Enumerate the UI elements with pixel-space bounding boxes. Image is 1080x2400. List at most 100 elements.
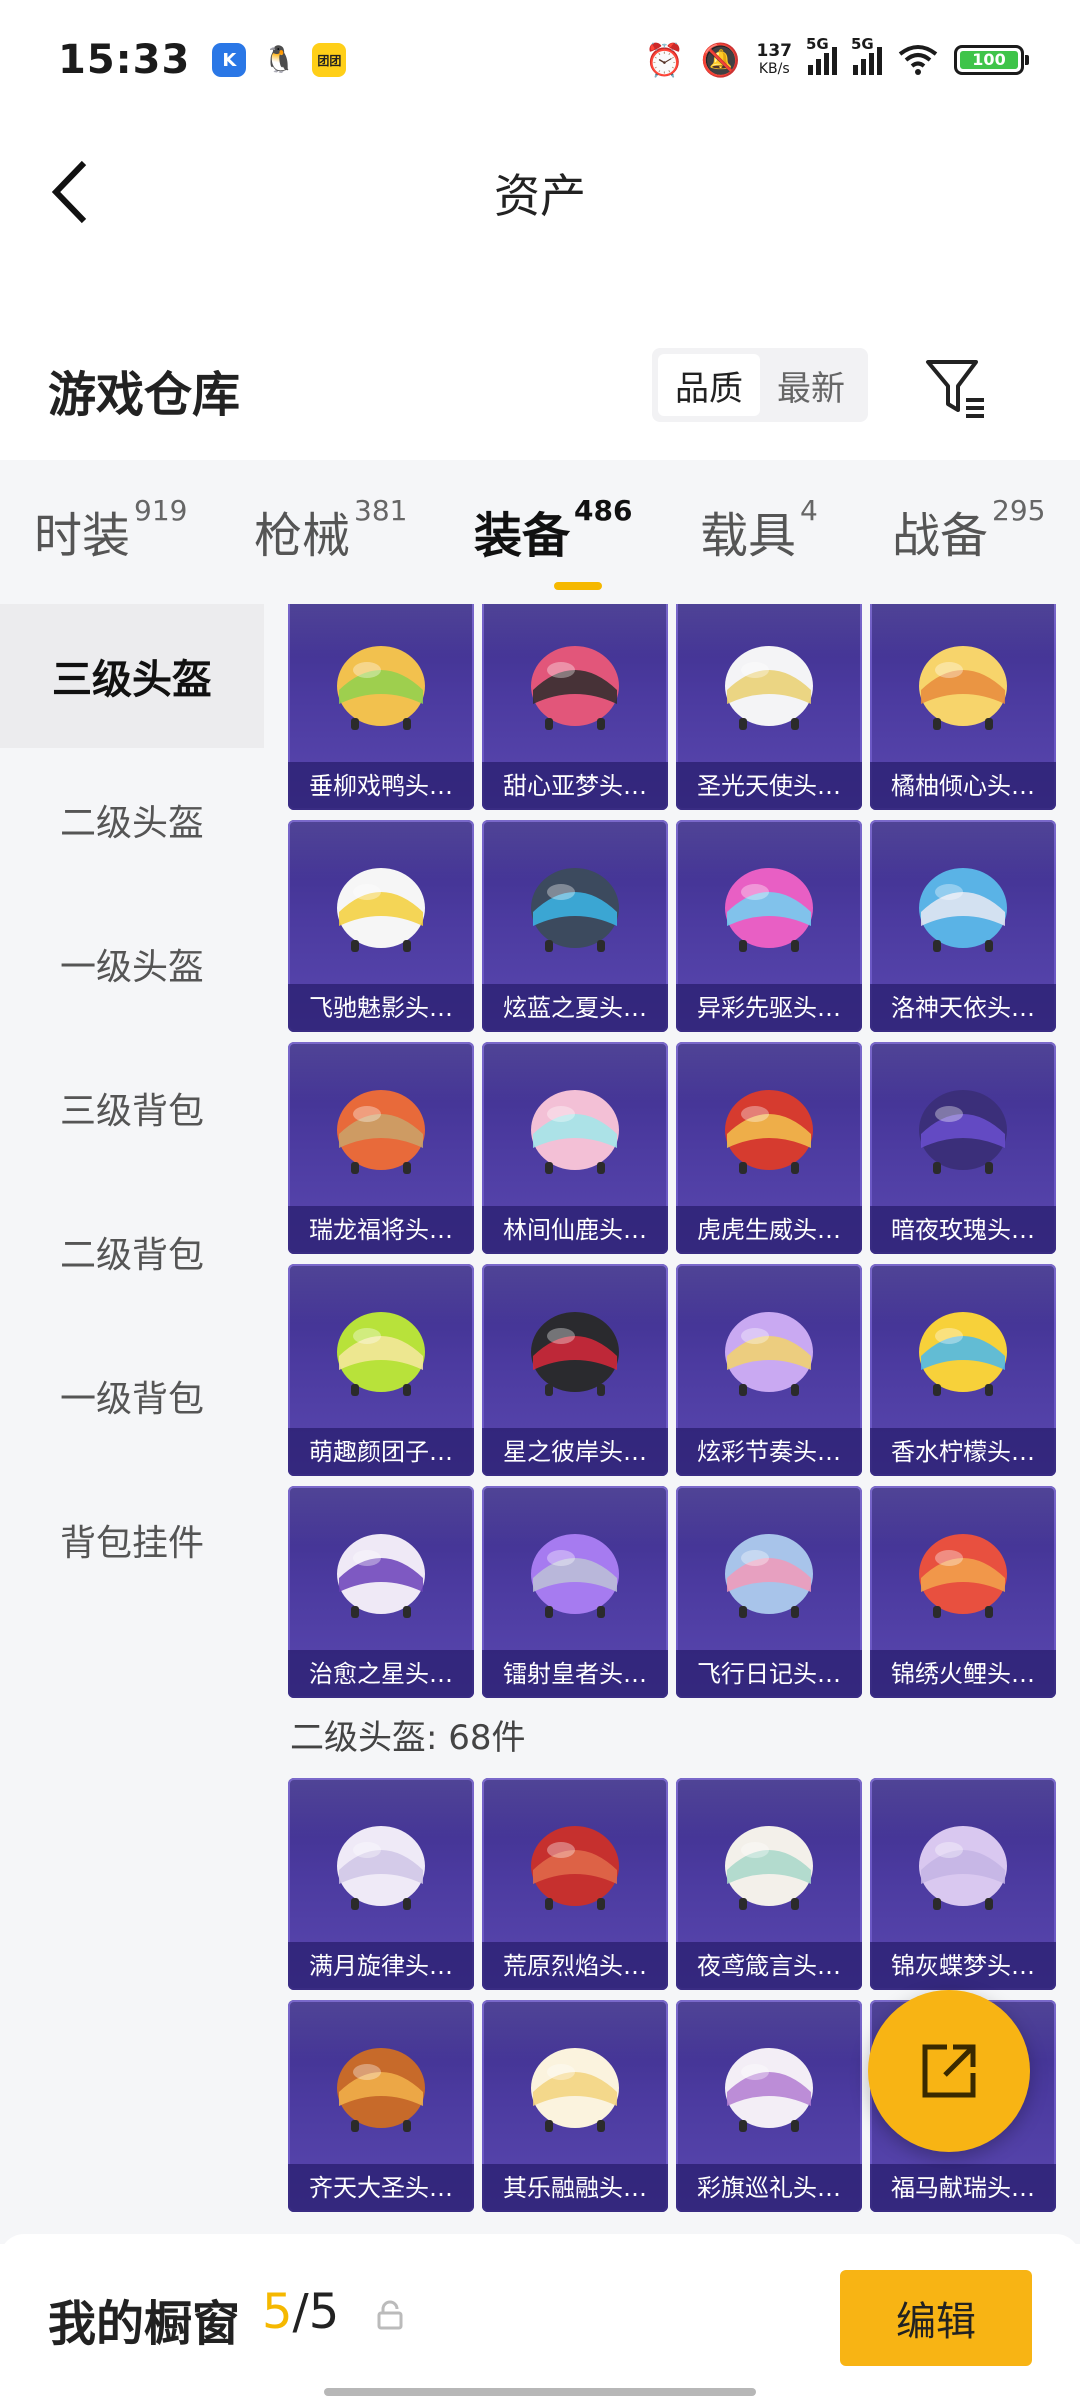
item-name: 锦绣火鲤头… [870, 1650, 1056, 1698]
item-name: 萌趣颜团子… [288, 1428, 474, 1476]
level3-helmet-item-card[interactable]: 异彩先驱头… [676, 820, 862, 1032]
level3-helmet-item-card[interactable]: 飞驰魅影头… [288, 820, 474, 1032]
level3-helmet-item-card[interactable]: 治愈之星头… [288, 1486, 474, 1698]
sort-latest-option[interactable]: 最新 [760, 354, 862, 416]
level3-helmet-item-card[interactable]: 炫彩节奏头… [676, 1264, 862, 1476]
tab-fashion[interactable]: 时装 919 [34, 494, 187, 566]
helmet-icon [725, 1534, 813, 1618]
level3-helmet-item-card[interactable]: 镭射皇者头… [482, 1486, 668, 1698]
level3-helmet-item-card[interactable]: 萌趣颜团子… [288, 1264, 474, 1476]
external-link-icon [922, 2044, 976, 2098]
level3-helmet-item-card[interactable]: 甜心亚梦头… [482, 604, 668, 810]
helmet-icon [919, 646, 1007, 730]
item-name: 夜鸢箴言头… [676, 1942, 862, 1990]
sidebar-item-level2-backpack[interactable]: 二级背包 [0, 1180, 264, 1324]
level3-helmet-item-card[interactable]: 圣光天使头… [676, 604, 862, 810]
sidebar-item-level1-backpack[interactable]: 一级背包 [0, 1324, 264, 1468]
helmet-icon [337, 1312, 425, 1396]
level3-helmet-item-card[interactable]: 暗夜玫瑰头… [870, 1042, 1056, 1254]
wifi-icon [898, 45, 938, 75]
header: 资产 [0, 120, 1080, 270]
level2-helmet-item-card[interactable]: 齐天大圣头… [288, 2000, 474, 2212]
level2-helmet-item-card[interactable]: 满月旋律头… [288, 1778, 474, 1990]
helmet-icon [337, 1534, 425, 1618]
item-name: 齐天大圣头… [288, 2164, 474, 2212]
level3-helmet-item-card[interactable]: 垂柳戏鸭头… [288, 604, 474, 810]
home-indicator[interactable] [324, 2388, 756, 2396]
level3-helmet-item-card[interactable]: 虎虎生威头… [676, 1042, 862, 1254]
level3-helmet-item-card[interactable]: 橘柚倾心头… [870, 604, 1056, 810]
item-name: 飞驰魅影头… [288, 984, 474, 1032]
helmet-icon [725, 646, 813, 730]
sort-toggle: 品质 最新 [652, 348, 868, 422]
helmet-icon [531, 1312, 619, 1396]
share-fab-button[interactable] [868, 1990, 1030, 2152]
helmet-icon [919, 1090, 1007, 1174]
tab-firearms[interactable]: 枪械 381 [254, 494, 407, 566]
helmet-icon [919, 868, 1007, 952]
item-name: 满月旋律头… [288, 1942, 474, 1990]
item-name: 星之彼岸头… [482, 1428, 668, 1476]
tab-equipment[interactable]: 装备 486 [474, 494, 632, 590]
helmet-icon [531, 868, 619, 952]
item-name: 香水柠檬头… [870, 1428, 1056, 1476]
level3-helmet-item-card[interactable]: 锦绣火鲤头… [870, 1486, 1056, 1698]
signal-5g-icon: 5G [806, 35, 837, 75]
helmet-icon [919, 1312, 1007, 1396]
helmet-icon [531, 1090, 619, 1174]
level3-helmet-item-card[interactable]: 香水柠檬头… [870, 1264, 1056, 1476]
item-name: 洛神天依头… [870, 984, 1056, 1032]
bottom-bar: 我的橱窗 5/5 编辑 [0, 2234, 1080, 2400]
helmet-icon [337, 868, 425, 952]
tuantuan-icon: 团团 [312, 43, 347, 77]
item-name: 炫彩节奏头… [676, 1428, 862, 1476]
level3-helmet-item-card[interactable]: 洛神天依头… [870, 820, 1056, 1032]
filter-icon [926, 360, 984, 418]
item-name: 异彩先驱头… [676, 984, 862, 1032]
status-bar: 15:33 K 🐧 团团 ⏰ 🔕 137 KB/s 5G 5G 100 [0, 0, 1080, 120]
helmet-icon [725, 2048, 813, 2132]
level3-helmet-item-card[interactable]: 炫蓝之夏头… [482, 820, 668, 1032]
active-tab-indicator [554, 582, 602, 590]
helmet-icon [531, 1534, 619, 1618]
sidebar-item-level2-helmet[interactable]: 二级头盔 [0, 748, 264, 892]
edit-button[interactable]: 编辑 [840, 2270, 1032, 2366]
sidebar-item-level3-backpack[interactable]: 三级背包 [0, 1036, 264, 1180]
level3-helmet-item-card[interactable]: 瑞龙福将头… [288, 1042, 474, 1254]
battery-icon: 100 [954, 45, 1029, 75]
sort-quality-option[interactable]: 品质 [658, 354, 760, 416]
filter-button[interactable] [920, 352, 992, 424]
item-name: 镭射皇者头… [482, 1650, 668, 1698]
page-title: 资产 [494, 169, 586, 223]
tab-vehicles[interactable]: 载具 4 [700, 494, 818, 566]
signal-5g-icon-2: 5G [851, 35, 882, 75]
showcase-label: 我的橱窗 [48, 2296, 241, 2352]
level2-helmet-item-card[interactable]: 荒原烈焰头… [482, 1778, 668, 1990]
level2-helmet-item-card[interactable]: 锦灰蝶梦头… [870, 1778, 1056, 1990]
level3-helmet-item-card[interactable]: 星之彼岸头… [482, 1264, 668, 1476]
sidebar-item-level3-helmet[interactable]: 三级头盔 [0, 604, 264, 748]
status-time: 15:33 [58, 37, 191, 83]
mute-icon: 🔕 [700, 41, 741, 79]
item-name: 瑞龙福将头… [288, 1206, 474, 1254]
level2-helmet-item-card[interactable]: 彩旗巡礼头… [676, 2000, 862, 2212]
tab-combat-gear[interactable]: 战备 295 [892, 494, 1045, 566]
level3-helmet-item-card[interactable]: 飞行日记头… [676, 1486, 862, 1698]
level2-helmet-item-card[interactable]: 其乐融融头… [482, 2000, 668, 2212]
item-name: 暗夜玫瑰头… [870, 1206, 1056, 1254]
sidebar-item-level1-helmet[interactable]: 一级头盔 [0, 892, 264, 1036]
level3-helmet-item-card[interactable]: 林间仙鹿头… [482, 1042, 668, 1254]
net-speed: 137 KB/s [756, 41, 793, 77]
category-tabs: 时装 919 枪械 381 装备 486 载具 4 战备 295 [0, 460, 1080, 604]
level2-helmet-item-card[interactable]: 夜鸢箴言头… [676, 1778, 862, 1990]
k-app-icon: K [212, 43, 247, 77]
helmet-icon [337, 646, 425, 730]
qq-icon: 🐧 [263, 45, 296, 75]
item-name: 飞行日记头… [676, 1650, 862, 1698]
warehouse-title: 游戏仓库 [48, 367, 241, 423]
item-name: 橘柚倾心头… [870, 762, 1056, 810]
helmet-icon [531, 1826, 619, 1910]
item-name: 其乐融融头… [482, 2164, 668, 2212]
sidebar: 三级头盔 二级头盔 一级头盔 三级背包 二级背包 一级背包 背包挂件 [0, 604, 264, 2244]
sidebar-item-backpack-pendant[interactable]: 背包挂件 [0, 1468, 264, 1612]
